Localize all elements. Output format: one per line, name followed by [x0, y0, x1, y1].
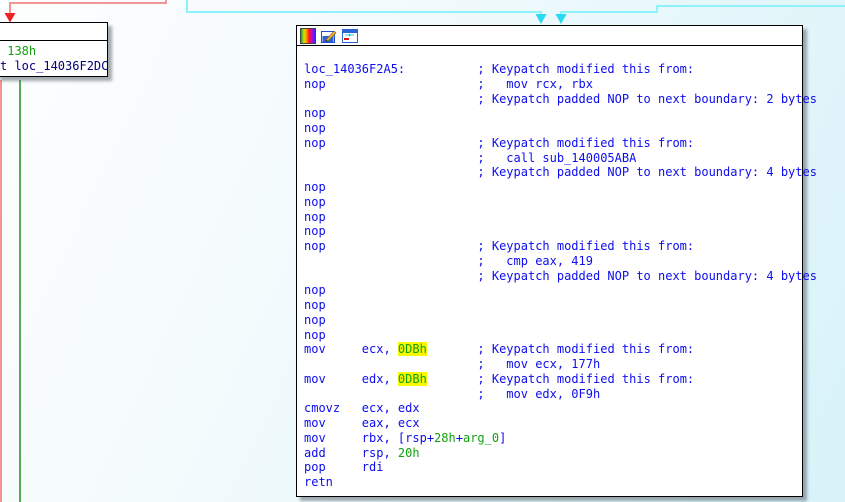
node-titlebar [297, 26, 802, 46]
asm-line[interactable]: nop [304, 328, 802, 343]
asm-segment [427, 342, 478, 356]
asm-segment: ; Keypatch padded NOP to next boundary: … [477, 91, 817, 106]
asm-line[interactable]: pop rdi [304, 460, 802, 475]
asm-segment [304, 92, 477, 106]
asm-segment: t loc_14036F2DC [0, 58, 109, 73]
asm-segment: ; mov rcx, rbx [477, 76, 593, 91]
asm-segment: 20h [397, 445, 420, 460]
asm-segment: ; Keypatch padded NOP to next boundary: … [477, 268, 817, 283]
asm-segment: 0DBh [397, 371, 427, 386]
asm-segment: ; call sub_140005ABA [477, 150, 637, 165]
asm-line[interactable]: nop [304, 121, 802, 136]
asm-segment: cmovz ecx, edx [304, 401, 420, 416]
asm-segment [304, 254, 477, 268]
asm-line[interactable]: cmovz ecx, edx [304, 401, 802, 416]
group-nodes-icon[interactable] [342, 28, 358, 44]
asm-line[interactable]: nop [304, 106, 802, 121]
asm-segment: ; Keypatch modified this from: [477, 342, 695, 357]
edge-cyan-arrowhead-left [535, 14, 547, 24]
asm-segment: nop [304, 209, 326, 224]
asm-segment: add rsp, [304, 445, 398, 460]
asm-line[interactable]: retn [304, 475, 802, 490]
asm-segment: ; mov edx, 0F9h [477, 386, 601, 401]
asm-segment: nop [304, 283, 326, 298]
asm-line[interactable]: nop ; mov rcx, rbx [304, 77, 802, 92]
asm-line[interactable]: nop [304, 195, 802, 210]
asm-line[interactable]: 138h [0, 44, 107, 59]
edit-node-icon[interactable] [321, 28, 337, 44]
asm-segment [304, 151, 477, 165]
edge-cyan-incoming-right [560, 5, 845, 14]
asm-line[interactable]: nop ; Keypatch modified this from: [304, 239, 802, 254]
asm-segment [304, 165, 477, 179]
basic-block-node-left[interactable]: 138h t loc_14036F2DC [0, 22, 108, 77]
asm-line[interactable]: nop [304, 180, 802, 195]
asm-segment: arg_0 [462, 430, 500, 445]
asm-line[interactable]: mov eax, ecx [304, 416, 802, 431]
asm-line[interactable]: add rsp, 20h [304, 446, 802, 461]
asm-segment: ] [499, 430, 507, 445]
asm-segment: nop [304, 106, 326, 121]
asm-line[interactable]: ; Keypatch padded NOP to next boundary: … [304, 269, 817, 284]
asm-segment [304, 357, 477, 371]
asm-line[interactable]: mov ecx, 0DBh ; Keypatch modified this f… [304, 342, 802, 357]
asm-line[interactable]: ; cmp eax, 419 [304, 254, 802, 269]
asm-segment: ; Keypatch modified this from: [477, 371, 695, 386]
graph-view: 138h t loc_14036F2DC loc_14036F2A5: ; Ke… [0, 0, 845, 502]
asm-line[interactable]: ; mov edx, 0F9h [304, 387, 802, 402]
asm-segment: nop [304, 224, 326, 239]
asm-segment: nop [304, 239, 478, 253]
asm-segment [427, 372, 478, 386]
edge-cyan-incoming-left [186, 0, 542, 14]
asm-line[interactable]: nop [304, 210, 802, 225]
asm-line[interactable]: mov rbx, [rsp+28h+arg_0] [304, 431, 802, 446]
asm-segment: nop [304, 194, 326, 209]
asm-line[interactable]: ; Keypatch padded NOP to next boundary: … [304, 165, 817, 180]
asm-line[interactable]: loc_14036F2A5: ; Keypatch modified this … [304, 62, 802, 77]
asm-line[interactable]: ; call sub_140005ABA [304, 151, 802, 166]
disassembly-text[interactable]: loc_14036F2A5: ; Keypatch modified this … [297, 46, 817, 490]
asm-segment: nop [304, 327, 326, 342]
asm-line[interactable]: nop [304, 283, 802, 298]
asm-segment: 28h [434, 430, 456, 445]
asm-segment: + [455, 430, 463, 445]
asm-segment: mov eax, ecx [304, 416, 420, 430]
asm-segment: ; mov ecx, 177h [477, 357, 601, 371]
asm-line[interactable]: ; Keypatch padded NOP to next boundary: … [304, 92, 817, 107]
asm-segment: mov ecx, [304, 342, 398, 357]
asm-segment: nop [304, 180, 326, 194]
disassembly-text[interactable]: 138h t loc_14036F2DC [0, 41, 109, 74]
asm-segment: nop [304, 298, 326, 312]
asm-segment: pop rdi [304, 460, 384, 475]
asm-segment [304, 269, 477, 283]
node-color-icon[interactable] [300, 27, 316, 44]
asm-line[interactable]: ; mov ecx, 177h [304, 357, 802, 372]
asm-segment: ; Keypatch modified this from: [477, 239, 695, 253]
asm-segment: 138h [0, 44, 37, 58]
asm-segment: ; cmp eax, 419 [477, 253, 593, 268]
node-titlebar [0, 23, 107, 41]
asm-segment [304, 387, 477, 401]
asm-line[interactable]: mov edx, 0DBh ; Keypatch modified this f… [304, 371, 802, 387]
asm-segment: loc_14036F2A5: [304, 62, 478, 76]
asm-segment: 0DBh [397, 342, 427, 357]
asm-line[interactable]: t loc_14036F2DC [0, 58, 109, 74]
edge-red-incoming [9, 0, 167, 13]
asm-segment: nop [304, 76, 478, 91]
asm-segment: nop [304, 135, 478, 150]
basic-block-node-main[interactable]: loc_14036F2A5: ; Keypatch modified this … [296, 25, 817, 497]
asm-segment: mov rbx, [rsp+ [304, 430, 435, 445]
asm-line[interactable]: nop [304, 298, 802, 313]
asm-segment: mov edx, [304, 371, 398, 386]
asm-segment: ; Keypatch padded NOP to next boundary: … [477, 165, 817, 180]
asm-line[interactable]: nop [304, 313, 802, 328]
asm-segment: nop [304, 312, 326, 327]
asm-segment: nop [304, 121, 326, 135]
asm-segment: ; Keypatch modified this from: [477, 62, 695, 76]
edge-cyan-arrowhead-right [555, 14, 567, 24]
asm-line[interactable]: nop [304, 224, 802, 239]
asm-line[interactable]: nop ; Keypatch modified this from: [304, 136, 802, 151]
asm-segment: ; Keypatch modified this from: [477, 135, 695, 150]
asm-segment: retn [304, 475, 333, 489]
